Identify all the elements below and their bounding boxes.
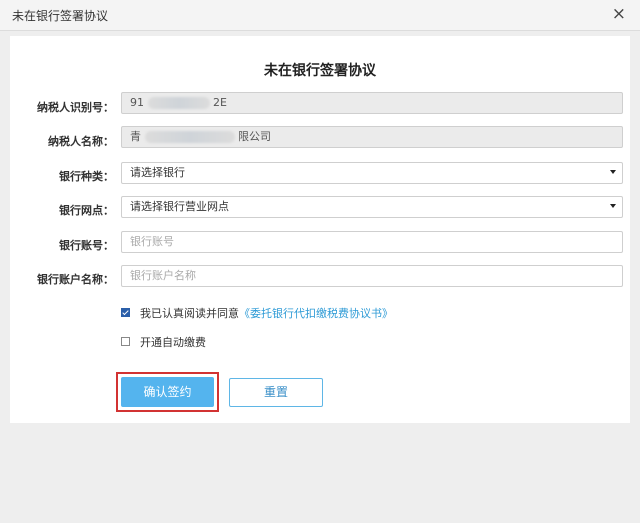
agree-text: 我已认真阅读并同意 (140, 307, 239, 320)
bank-type-select[interactable]: 请选择银行 (121, 162, 623, 184)
reset-button[interactable]: 重置 (229, 378, 323, 407)
bank-account-name-placeholder: 银行账户名称 (130, 269, 196, 282)
bank-branch-value: 请选择银行营业网点 (130, 200, 229, 213)
agree-label: 我已认真阅读并同意《委托银行代扣缴税费协议书》 (140, 305, 393, 321)
chevron-down-icon (610, 170, 616, 174)
dialog-title: 未在银行签署协议 (12, 9, 109, 23)
taxpayer-id-suffix: 2E (213, 96, 227, 109)
auto-pay-checkbox[interactable] (121, 337, 130, 346)
bank-account-name-label: 银行账户名称： (37, 273, 114, 286)
form-panel: 未在银行签署协议 纳税人识别号： 91 2E 纳税人名称： 青 限公司 银行种类… (10, 36, 630, 423)
auto-pay-label: 开通自动缴费 (140, 336, 206, 349)
confirm-sign-button[interactable]: 确认签约 (121, 377, 214, 407)
redacted-blur (144, 131, 235, 143)
agree-checkbox[interactable] (121, 308, 130, 317)
bank-account-input[interactable]: 银行账号 (121, 231, 623, 253)
form-heading: 未在银行签署协议 (264, 63, 376, 79)
bank-type-label: 银行种类： (59, 170, 114, 183)
bank-branch-select[interactable]: 请选择银行营业网点 (121, 196, 623, 218)
sign-agreement-dialog: 未在银行签署协议 × 未在银行签署协议 纳税人识别号： 91 2E 纳税人名称：… (0, 0, 640, 523)
taxpayer-name-label: 纳税人名称： (48, 135, 114, 148)
taxpayer-name-prefix: 青 (130, 130, 141, 143)
chevron-down-icon (610, 204, 616, 208)
agreement-link[interactable]: 《委托银行代扣缴税费协议书》 (239, 307, 393, 320)
bank-account-label: 银行账号： (59, 239, 114, 252)
dialog-titlebar: 未在银行签署协议 × (0, 0, 640, 31)
bank-type-value: 请选择银行 (130, 166, 185, 179)
bank-account-placeholder: 银行账号 (130, 235, 174, 248)
close-icon[interactable]: × (612, 4, 626, 24)
taxpayer-name-suffix: 限公司 (238, 130, 271, 143)
taxpayer-id-field: 91 2E (121, 92, 623, 114)
taxpayer-name-field: 青 限公司 (121, 126, 623, 148)
bank-branch-label: 银行网点： (59, 204, 114, 217)
taxpayer-id-prefix: 91 (130, 96, 144, 109)
taxpayer-id-label: 纳税人识别号： (37, 101, 114, 114)
bank-account-name-input[interactable]: 银行账户名称 (121, 265, 623, 287)
redacted-blur (147, 97, 210, 109)
confirm-highlight-box: 确认签约 (116, 372, 219, 412)
